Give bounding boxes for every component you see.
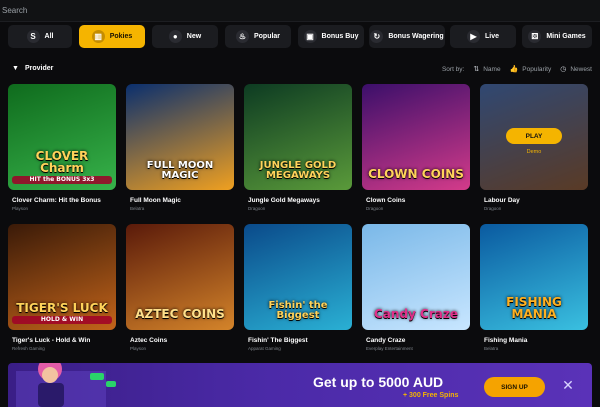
game-tile[interactable]: Fishin' the Biggest [244, 224, 352, 330]
game-name[interactable]: Clown Coins [366, 197, 476, 204]
sort-newest-option[interactable]: ◷ Newest [560, 65, 592, 74]
game-provider: Dragoon [484, 206, 502, 211]
new-badge-icon: ● [168, 30, 182, 43]
search-placeholder: Search [2, 6, 28, 15]
game-art-title: Candy Craze [374, 306, 458, 321]
game-name[interactable]: Jungle Gold Megaways [248, 197, 358, 204]
game-art-title: CLOWN COINS [368, 166, 464, 181]
game-name[interactable]: Fishin' The Biggest [248, 337, 358, 344]
category-bonus-wagering-button[interactable]: ↻ Bonus Wagering [369, 25, 445, 48]
play-button[interactable]: PLAY [506, 128, 562, 144]
sort-popularity-option[interactable]: 👍 Popularity [509, 65, 552, 74]
sort-option-label: Name [483, 65, 501, 73]
category-label: Popular [253, 33, 281, 40]
game-tile[interactable]: FULL MOON MAGIC [126, 84, 234, 190]
game-art-tag: HIT the BONUS 3x3 [12, 176, 112, 184]
sort-name-option[interactable]: ⇅ Name [473, 65, 501, 74]
game-art-title: FULL MOON MAGIC [146, 160, 214, 181]
game-name[interactable]: Labour Day [484, 197, 594, 204]
category-label: Mini Games [546, 33, 586, 40]
game-name[interactable]: Tiger's Luck - Hold & Win [12, 337, 122, 344]
demo-link[interactable]: Demo [480, 149, 588, 155]
provider-label: Provider [24, 65, 54, 72]
category-bonus-buy-button[interactable]: ▣ Bonus Buy [298, 25, 364, 48]
category-live-button[interactable]: ▶ Live [450, 25, 516, 48]
game-art-title: Fishin' the Biggest [268, 300, 328, 321]
close-icon[interactable]: ✕ [560, 377, 576, 393]
game-art-tag: HOLD & WIN [12, 316, 112, 324]
category-label: All [44, 33, 54, 40]
game-name[interactable]: Clover Charm: Hit the Bonus [12, 197, 122, 204]
game-tile[interactable]: Candy Craze [362, 224, 470, 330]
game-art-title: TIGER'S LUCK [16, 300, 108, 315]
promo-banner: Get up to 5000 AUD + 300 Free Spins SIGN… [8, 363, 592, 407]
category-bar: S All ▥ Pokies ● New ♨ Popular ▣ Bonus B… [8, 25, 592, 48]
sort-controls: Sort by: ⇅ Name 👍 Popularity ◷ Newest [441, 65, 592, 74]
game-provider: Playson [130, 346, 147, 351]
gift-icon: ▣ [303, 30, 317, 43]
category-label: Pokies [109, 33, 133, 40]
game-provider: Playson [12, 206, 29, 211]
game-provider: Everplay Entertainment [366, 346, 413, 351]
category-all-button[interactable]: S All [8, 25, 72, 48]
game-provider: Dragoon [248, 206, 266, 211]
game-provider: Belatra [484, 346, 499, 351]
slots-s-icon: S [26, 30, 40, 43]
mascot-illustration [16, 363, 116, 407]
game-provider: Dragoon [366, 206, 384, 211]
game-tile[interactable]: CLOWN COINS [362, 84, 470, 190]
category-popular-button[interactable]: ♨ Popular [225, 25, 291, 48]
category-new-button[interactable]: ● New [152, 25, 218, 48]
promo-subline: + 300 Free Spins [403, 392, 459, 399]
category-label: Bonus Buy [321, 33, 359, 40]
thumbs-up-icon: 👍 [509, 66, 519, 73]
game-art-title: CLOVER Charm [35, 149, 89, 175]
provider-filter[interactable]: ▼ Provider [12, 65, 53, 72]
slot-machine-icon: ▥ [91, 30, 105, 43]
sort-option-label: Popularity [522, 65, 552, 73]
category-label: Bonus Wagering [388, 33, 444, 40]
game-tile[interactable]: CLOVER Charm HIT the BONUS 3x3 [8, 84, 116, 190]
game-tile[interactable]: PLAY Demo [480, 84, 588, 190]
game-art-title: FISHING MANIA [506, 295, 562, 321]
game-provider: Refresh Gaming [12, 346, 45, 351]
promo-headline: Get up to 5000 AUD [313, 374, 444, 390]
game-name[interactable]: Full Moon Magic [130, 197, 240, 204]
flame-icon: ♨ [235, 30, 249, 43]
sort-option-label: Newest [570, 65, 592, 73]
live-icon: ▶ [466, 30, 480, 43]
game-tile[interactable]: JUNGLE GOLD MEGAWAYS [244, 84, 352, 190]
game-art-title: JUNGLE GOLD MEGAWAYS [259, 160, 337, 181]
search-bar[interactable]: Search [0, 0, 600, 22]
category-label: Live [484, 33, 499, 40]
game-name[interactable]: Candy Craze [366, 337, 476, 344]
game-name[interactable]: Aztec Coins [130, 337, 240, 344]
category-pokies-button[interactable]: ▥ Pokies [79, 25, 145, 48]
game-tile[interactable]: TIGER'S LUCK HOLD & WIN [8, 224, 116, 330]
filter-bar: ▼ Provider Sort by: ⇅ Name 👍 Popularity … [8, 63, 592, 77]
game-provider: Apparat Gaming [248, 346, 281, 351]
game-tile[interactable]: FISHING MANIA [480, 224, 588, 330]
funnel-icon: ▼ [12, 65, 19, 72]
category-mini-games-button[interactable]: ⚄ Mini Games [522, 25, 592, 48]
sign-up-button[interactable]: SIGN UP [484, 377, 545, 397]
game-tile[interactable]: AZTEC COINS [126, 224, 234, 330]
category-label: New [186, 33, 202, 40]
game-provider: Belatra [130, 206, 145, 211]
game-name[interactable]: Fishing Mania [484, 337, 594, 344]
game-art-title: AZTEC COINS [135, 306, 225, 321]
dice-icon: ⚄ [528, 30, 542, 43]
wagering-icon: ↻ [370, 30, 384, 43]
clock-icon: ◷ [560, 66, 567, 73]
az-sort-icon: ⇅ [473, 66, 480, 73]
sort-by-label: Sort by: [441, 65, 465, 73]
